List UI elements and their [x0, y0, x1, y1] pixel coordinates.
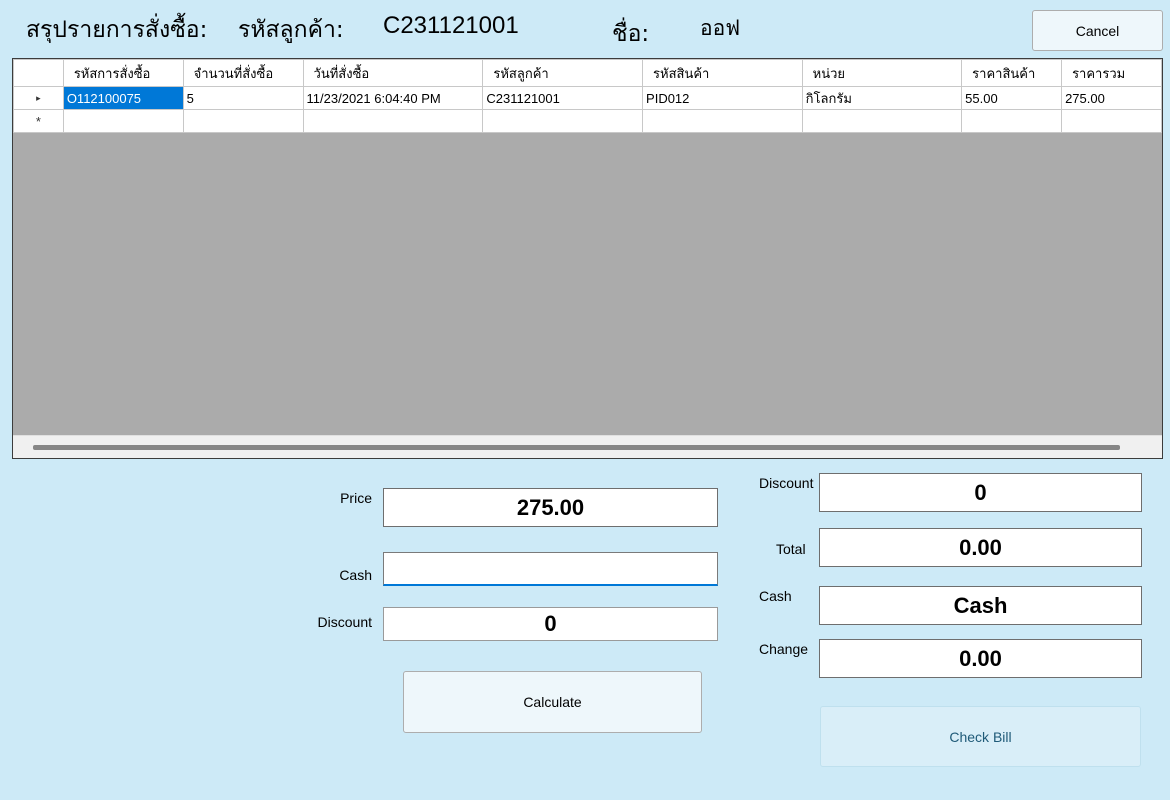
customer-id-value: C231121001: [383, 12, 519, 39]
column-header-order-date[interactable]: วันที่สั่งซื้อ: [302, 59, 484, 87]
column-header-total-price[interactable]: ราคารวม: [1061, 59, 1162, 87]
cell-quantity[interactable]: 5: [182, 86, 304, 110]
total-value: 0.00: [819, 528, 1142, 567]
grid-corner: [13, 59, 64, 87]
cell-order-id[interactable]: O112100075: [62, 86, 184, 110]
new-cell[interactable]: [642, 109, 803, 133]
calculate-button[interactable]: Calculate: [403, 671, 702, 733]
new-cell[interactable]: [482, 109, 644, 133]
right-discount-value: 0: [819, 473, 1142, 512]
customer-name-value: ออฟ: [700, 16, 741, 40]
total-label: Total: [776, 541, 806, 557]
page-title: สรุปรายการสั่งซื้อ:: [26, 17, 208, 43]
right-cash-value: Cash: [819, 586, 1142, 625]
column-header-unit[interactable]: หน่วย: [801, 59, 963, 87]
discount-input[interactable]: 0: [383, 607, 718, 641]
order-table: รหัสการสั่งซื้อ จำนวนที่สั่งซื้อ วันที่ส…: [13, 59, 1162, 133]
change-value: 0.00: [819, 639, 1142, 678]
new-cell[interactable]: [1061, 109, 1162, 133]
cash-label: Cash: [339, 567, 372, 583]
cell-product-id[interactable]: PID012: [642, 86, 803, 110]
cancel-button[interactable]: Cancel: [1032, 10, 1163, 51]
new-cell[interactable]: [801, 109, 963, 133]
check-bill-button[interactable]: Check Bill: [820, 706, 1141, 767]
cell-unit[interactable]: กิโลกรัม: [801, 86, 963, 110]
horizontal-scrollbar[interactable]: [13, 435, 1162, 458]
cell-unit-price[interactable]: 55.00: [961, 86, 1063, 110]
discount-label: Discount: [317, 614, 372, 630]
change-label: Change: [759, 641, 809, 657]
new-row[interactable]: *: [13, 109, 1162, 133]
scrollbar-thumb[interactable]: [33, 445, 1120, 450]
column-header-order-id[interactable]: รหัสการสั่งซื้อ: [62, 59, 184, 87]
order-grid[interactable]: รหัสการสั่งซื้อ จำนวนที่สั่งซื้อ วันที่ส…: [12, 58, 1163, 459]
column-header-quantity[interactable]: จำนวนที่สั่งซื้อ: [182, 59, 304, 87]
right-cash-label: Cash: [759, 588, 792, 604]
current-row-marker-icon[interactable]: ▸: [13, 86, 64, 110]
grid-header-row: รหัสการสั่งซื้อ จำนวนที่สั่งซื้อ วันที่ส…: [13, 59, 1162, 87]
cell-total-price[interactable]: 275.00: [1061, 86, 1162, 110]
price-label: Price: [340, 490, 372, 506]
new-row-marker-icon[interactable]: *: [13, 109, 64, 133]
price-value-box: 275.00: [383, 488, 718, 527]
new-cell[interactable]: [302, 109, 484, 133]
right-discount-label: Discount: [759, 475, 814, 491]
column-header-customer-id[interactable]: รหัสลูกค้า: [482, 59, 644, 87]
customer-name-label: ชื่อ:: [612, 21, 650, 47]
new-cell[interactable]: [182, 109, 304, 133]
new-cell[interactable]: [961, 109, 1063, 133]
cash-input[interactable]: [383, 552, 718, 586]
column-header-product-id[interactable]: รหัสสินค้า: [642, 59, 803, 87]
cell-customer-id[interactable]: C231121001: [482, 86, 644, 110]
customer-id-label: รหัสลูกค้า:: [238, 17, 344, 43]
new-cell[interactable]: [62, 109, 184, 133]
cell-order-date[interactable]: 11/23/2021 6:04:40 PM: [302, 86, 484, 110]
table-row[interactable]: ▸ O112100075 5 11/23/2021 6:04:40 PM C23…: [13, 86, 1162, 110]
column-header-unit-price[interactable]: ราคาสินค้า: [961, 59, 1063, 87]
